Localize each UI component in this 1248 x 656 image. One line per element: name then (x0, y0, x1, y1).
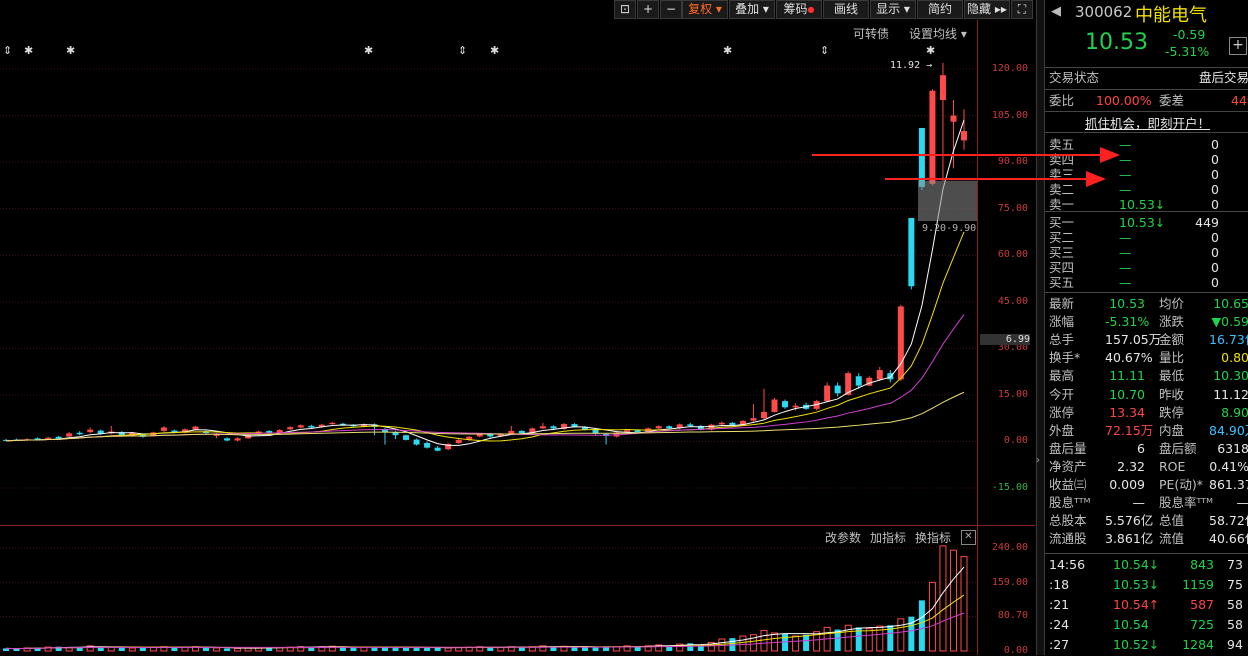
annotation-arrows (812, 147, 1120, 187)
